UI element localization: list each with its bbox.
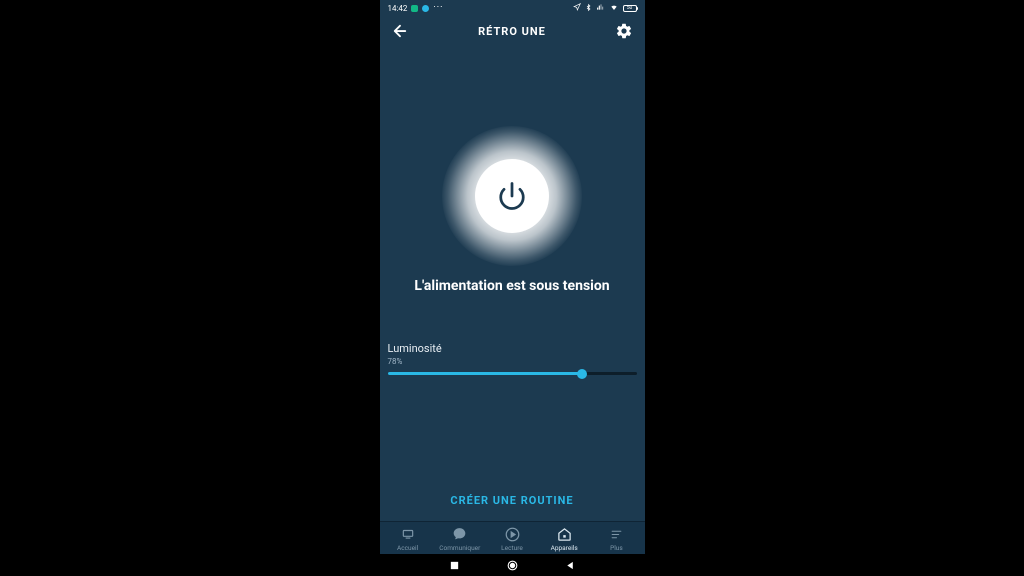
sys-recent-button[interactable] xyxy=(447,558,461,572)
brightness-slider[interactable] xyxy=(388,372,637,375)
devices-icon xyxy=(555,526,573,542)
phone-screen: 14:42 ··· 50 RÉTRO UNE xyxy=(380,0,645,576)
main-content: L'alimentation est sous tension Luminosi… xyxy=(380,46,645,521)
power-icon xyxy=(497,181,527,211)
create-routine-link[interactable]: CRÉER UNE ROUTINE xyxy=(450,480,573,521)
nav-home[interactable]: Accueil xyxy=(382,526,434,552)
brightness-slider-thumb[interactable] xyxy=(577,369,587,379)
power-status-text: L'alimentation est sous tension xyxy=(414,278,609,294)
nav-more[interactable]: Plus xyxy=(590,526,642,552)
location-icon xyxy=(573,3,581,13)
nav-play[interactable]: Lecture xyxy=(486,526,538,552)
bottom-nav: Accueil Communiquer Lecture Appareils Pl… xyxy=(380,521,645,554)
status-more-icon: ··· xyxy=(433,3,443,13)
brightness-percent: 78% xyxy=(388,357,637,366)
back-button[interactable] xyxy=(390,21,410,41)
status-notif-icon xyxy=(411,5,418,12)
status-app-icon xyxy=(422,5,429,12)
system-nav xyxy=(380,554,645,576)
menu-icon xyxy=(607,526,625,542)
brightness-label: Luminosité xyxy=(388,342,637,355)
nav-communicate[interactable]: Communiquer xyxy=(434,526,486,552)
bluetooth-icon xyxy=(585,3,592,14)
status-bar: 14:42 ··· 50 xyxy=(380,0,645,16)
settings-button[interactable] xyxy=(614,21,634,41)
app-header: RÉTRO UNE xyxy=(380,16,645,46)
chat-icon xyxy=(451,526,469,542)
wifi-icon xyxy=(609,3,619,13)
brightness-slider-fill xyxy=(388,372,582,375)
home-icon xyxy=(399,526,417,542)
status-left: 14:42 ··· xyxy=(388,3,444,13)
brightness-control: Luminosité 78% xyxy=(380,342,645,375)
sys-back-button[interactable] xyxy=(563,558,577,572)
status-time: 14:42 xyxy=(388,4,408,13)
nav-devices[interactable]: Appareils xyxy=(538,526,590,552)
sys-home-button[interactable] xyxy=(505,558,519,572)
power-toggle-button[interactable] xyxy=(475,159,549,233)
power-button-glow xyxy=(442,126,582,266)
signal-icon xyxy=(596,3,605,13)
page-title: RÉTRO UNE xyxy=(478,25,546,38)
play-icon xyxy=(503,526,521,542)
battery-icon: 50 xyxy=(623,5,637,12)
status-right: 50 xyxy=(573,3,637,14)
